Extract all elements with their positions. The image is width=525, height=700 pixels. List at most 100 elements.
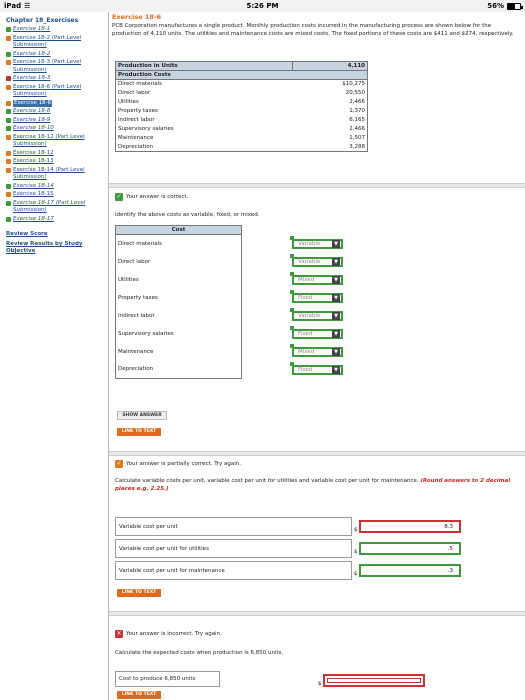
cost-row-label: Property taxes [115,288,242,307]
chevron-down-icon[interactable]: ▼ [332,330,340,338]
sidebar-item[interactable]: Exercise 18-1 [6,26,100,34]
sidebar-item[interactable]: Exercise 18-2 [6,51,100,59]
sidebar-item[interactable]: Exercise 18-14 [6,183,100,191]
currency-sign: $ [354,527,358,533]
sidebar-item-label[interactable]: Exercise 18-2 (Part Level Submission) [13,35,100,50]
sidebar-item-label[interactable]: Exercise 18-8 [13,108,50,116]
cost-row-label: Direct materials [115,234,242,253]
review-results-link[interactable]: Review Results by Study Objective [6,241,100,255]
correct-status-icon [6,216,11,222]
correct-status-icon [6,183,11,189]
sidebar-item[interactable]: Exercise 18-13 [6,158,100,166]
sidebar-item[interactable]: Exercise 18-2 (Part Level Submission) [6,35,100,50]
production-row-label: Property taxes [114,106,293,116]
production-row-value: 1,507 [292,133,368,143]
cost-row: Maintenance [115,342,242,361]
chevron-down-icon[interactable]: ▼ [332,348,340,356]
sidebar-item[interactable]: Exercise 18-3 (Part Level Submission) [6,59,100,74]
cost-type-select[interactable]: Fixed ▼ [292,329,343,339]
sidebar-item-label[interactable]: Exercise 18-17 (Part Level Submission) [13,200,100,215]
cost-type-select[interactable]: Fixed ▼ [292,293,343,303]
production-row: Utilities 2,466 [114,97,368,107]
cost-type-select[interactable]: Mixed ▼ [292,347,343,357]
sidebar-item-label[interactable]: Exercise 18-9 [13,117,50,125]
cost-type-select[interactable]: Variable ▼ [292,311,343,321]
show-answer-button[interactable]: SHOW ANSWER [117,411,167,420]
cost-type-select[interactable]: Variable ▼ [292,239,343,249]
sidebar-item[interactable]: Exercise 18-12 (Part Level Submission) [6,134,100,149]
cost-table-body: Direct materials Direct labor Utilities Pro… [115,234,242,379]
cost-row-label: Indirect labor [115,306,242,325]
main-content: Exercise 18-6 PCB Corporation manufactur… [108,12,525,700]
production-row-value: 6,165 [292,115,368,125]
chevron-down-icon[interactable]: ▼ [332,258,340,266]
sidebar-item[interactable]: Exercise 18-17 (Part Level Submission) [6,200,100,215]
cost-type-select[interactable]: Fixed ▼ [292,365,343,375]
link-to-text-button-1[interactable]: LINK TO TEXT [117,428,161,436]
sidebar-item[interactable]: Exercise 18-15 [6,191,100,199]
cost-row-label: Supervisory salaries [115,324,242,343]
status-right: 56% [487,2,523,10]
variable-cost-input[interactable]: .3 [359,564,461,577]
currency-sign: $ [354,571,358,577]
production-row-value: 2,466 [292,124,368,134]
sidebar-item[interactable]: Exercise 18-6 (Part Level Submission) [6,84,100,99]
sidebar-item-label[interactable]: Exercise 18-6 (Part Level Submission) [13,84,100,99]
chapter-title: Chapter 18_Exercises [6,17,79,24]
cost-type-value: Fixed [298,367,313,373]
sidebar-item-label[interactable]: Exercise 18-2 [13,51,50,59]
sidebar-item-label[interactable]: Exercise 18-3 [13,75,50,83]
sidebar-item-label[interactable]: Exercise 18-12 (Part Level Submission) [13,134,100,149]
partial-status-icon [6,167,11,173]
production-subheader-row: Production Costs [115,70,368,80]
chevron-down-icon[interactable]: ▼ [332,240,340,248]
variable-cost-input[interactable]: 8.3 [359,520,461,533]
chevron-down-icon[interactable]: ▼ [332,294,340,302]
cost-type-select[interactable]: Variable ▼ [292,257,343,267]
review-score-link[interactable]: Review Score [6,231,100,238]
sidebar-item[interactable]: Exercise 18-9 [6,117,100,125]
link-to-text-button-2[interactable]: LINK TO TEXT [117,589,161,597]
production-subheader: Production Costs [115,70,368,80]
production-row: Direct materials $10,275 [114,79,368,89]
production-row: Indirect labor 6,165 [114,115,368,125]
sidebar-item[interactable]: Exercise 18-6 [6,99,100,107]
sidebar-item-label[interactable]: Exercise 18-12 [13,150,54,158]
sidebar-item-label[interactable]: Exercise 18-14 (Part Level Submission) [13,167,100,182]
instruction-3: Calculate the expected costs when produc… [115,650,284,656]
sidebar-item[interactable]: Exercise 18-8 [6,108,100,116]
cost-type-select[interactable]: Mixed ▼ [292,275,343,285]
production-row: Depreciation 3,288 [114,142,368,152]
variable-cost-label: Variable cost per unit [119,523,178,530]
chevron-down-icon[interactable]: ▼ [332,366,340,374]
sidebar-item[interactable]: Exercise 18-17 [6,216,100,224]
sidebar-item-label[interactable]: Exercise 18-10 [13,125,54,133]
cost-to-produce-input[interactable] [323,674,425,687]
sidebar-item[interactable]: Exercise 18-3 [6,75,100,83]
variable-cost-input[interactable]: .5 [359,542,461,555]
sidebar-item-label[interactable]: Exercise 18-1 [13,26,50,34]
sidebar-item[interactable]: Exercise 18-12 [6,150,100,158]
sidebar-item-label[interactable]: Exercise 18-6 [13,99,53,107]
chevron-down-icon[interactable]: ▼ [332,276,340,284]
production-header-row: Production in Units 4,110 [114,61,368,71]
correct-status-icon [6,109,11,114]
feedback-text: Your answer is correct. [126,194,189,200]
sidebar-item-label[interactable]: Exercise 18-15 [13,191,54,199]
cost-to-produce-label: Cost to produce 6,850 units [119,676,196,682]
sidebar-item[interactable]: Exercise 18-14 (Part Level Submission) [6,167,100,182]
link-to-text-button-3[interactable]: LINK TO TEXT [117,691,161,699]
partial-status-icon [6,192,11,197]
sidebar-item-label[interactable]: Exercise 18-17 [13,216,54,224]
chevron-down-icon[interactable]: ▼ [332,312,340,320]
sidebar-item-label[interactable]: Exercise 18-13 [13,158,54,166]
production-row-label: Supervisory salaries [114,124,293,134]
partial-status-icon [6,150,11,156]
sidebar-item-label[interactable]: Exercise 18-14 [13,183,54,191]
sidebar-item[interactable]: Exercise 18-10 [6,125,100,133]
exercise-intro: PCB Corporation manufactures a single pr… [112,23,514,37]
production-row-value: $10,275 [292,79,368,89]
sidebar-item-label[interactable]: Exercise 18-3 (Part Level Submission) [13,59,100,74]
partial-status-icon [6,60,11,65]
cost-row: Indirect labor [115,306,242,325]
